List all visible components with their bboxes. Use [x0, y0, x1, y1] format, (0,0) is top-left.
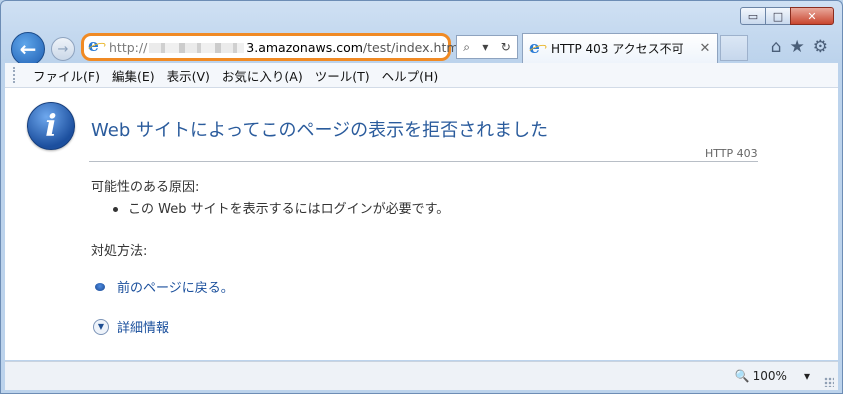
cause-heading: 可能性のある原因:	[91, 180, 200, 195]
back-arrow-icon: ←	[19, 37, 37, 61]
go-back-label: 前のページに戻る。	[117, 281, 234, 296]
bullet-icon	[113, 207, 118, 212]
redacted-host	[149, 43, 245, 53]
status-bar: 🔍 100% ▾	[5, 361, 838, 390]
go-back-link[interactable]: 前のページに戻る。	[95, 277, 234, 296]
menu-help[interactable]: ヘルプ(H)	[376, 66, 445, 85]
zoom-level: 100%	[752, 369, 787, 383]
maximize-button[interactable]: □	[765, 7, 791, 25]
url-text[interactable]: http:// 3.amazonaws.com/test/index.html	[109, 40, 462, 55]
url-domain: 3.amazonaws.com	[246, 39, 363, 55]
url-protocol: http://	[109, 39, 148, 55]
tab-http-403[interactable]: HTTP 403 アクセス不可 ✕	[522, 33, 718, 63]
chevron-down-icon[interactable]: ▾	[482, 40, 488, 54]
info-icon: i	[27, 102, 75, 150]
new-tab-button[interactable]	[720, 35, 748, 61]
toolbar-icons: ⌂ ★ ⚙	[771, 37, 828, 57]
cause-list-item: この Web サイトを表示するにはログインが必要です。	[113, 198, 449, 217]
back-button[interactable]: ←	[11, 32, 45, 66]
menu-favorites[interactable]: お気に入り(A)	[216, 66, 309, 85]
window-controls: ▭ □ ✕	[740, 7, 834, 25]
home-icon[interactable]: ⌂	[771, 37, 782, 57]
close-tab-icon[interactable]: ✕	[697, 41, 713, 56]
resize-grip[interactable]	[824, 377, 834, 387]
forward-arrow-icon: →	[57, 41, 69, 57]
gear-icon[interactable]: ⚙	[813, 37, 828, 57]
menu-bar: ファイル(F) 編集(E) 表示(V) お気に入り(A) ツール(T) ヘルプ(…	[5, 63, 838, 88]
zoom-icon: 🔍	[734, 369, 750, 383]
menu-edit[interactable]: 編集(E)	[106, 66, 161, 85]
address-tools: ⌕ ▾ ↻	[456, 35, 518, 59]
page-title: Web サイトによってこのページの表示を拒否されました	[91, 120, 549, 141]
menu-tools[interactable]: ツール(T)	[309, 66, 376, 85]
zoom-dropdown-icon[interactable]: ▾	[804, 369, 810, 383]
page-content: i Web サイトによってこのページの表示を拒否されました HTTP 403 可…	[5, 88, 838, 360]
address-bar[interactable]: http:// 3.amazonaws.com/test/index.html	[81, 33, 462, 61]
expand-chevron-icon: ▼	[93, 318, 109, 335]
close-window-button[interactable]: ✕	[790, 7, 834, 25]
action-heading: 対処方法:	[91, 244, 148, 259]
browser-window: ▭ □ ✕ ← → http:// 3.amazonaws.com/test/in…	[0, 0, 843, 394]
search-icon[interactable]: ⌕	[463, 40, 470, 55]
tab-title: HTTP 403 アクセス不可	[551, 42, 684, 56]
url-path: /test/index.html	[362, 39, 462, 55]
more-info-link[interactable]: ▼ 詳細情報	[93, 317, 169, 336]
zoom-control[interactable]: 🔍 100% ▾	[735, 369, 810, 383]
http-status-code: HTTP 403	[705, 147, 758, 160]
forward-button[interactable]: →	[51, 37, 75, 61]
ie-page-icon	[88, 36, 104, 56]
favorites-star-icon[interactable]: ★	[790, 37, 805, 57]
ie-tab-icon	[529, 38, 545, 58]
menu-file[interactable]: ファイル(F)	[27, 66, 106, 85]
menu-view[interactable]: 表示(V)	[161, 66, 216, 85]
cause-text: この Web サイトを表示するにはログインが必要です。	[128, 202, 450, 217]
menu-grip	[13, 67, 19, 83]
title-divider	[89, 161, 758, 162]
refresh-icon[interactable]: ↻	[501, 40, 511, 54]
more-info-label: 詳細情報	[117, 321, 170, 336]
blue-bullet-icon	[95, 282, 105, 291]
minimize-button[interactable]: ▭	[740, 7, 766, 25]
